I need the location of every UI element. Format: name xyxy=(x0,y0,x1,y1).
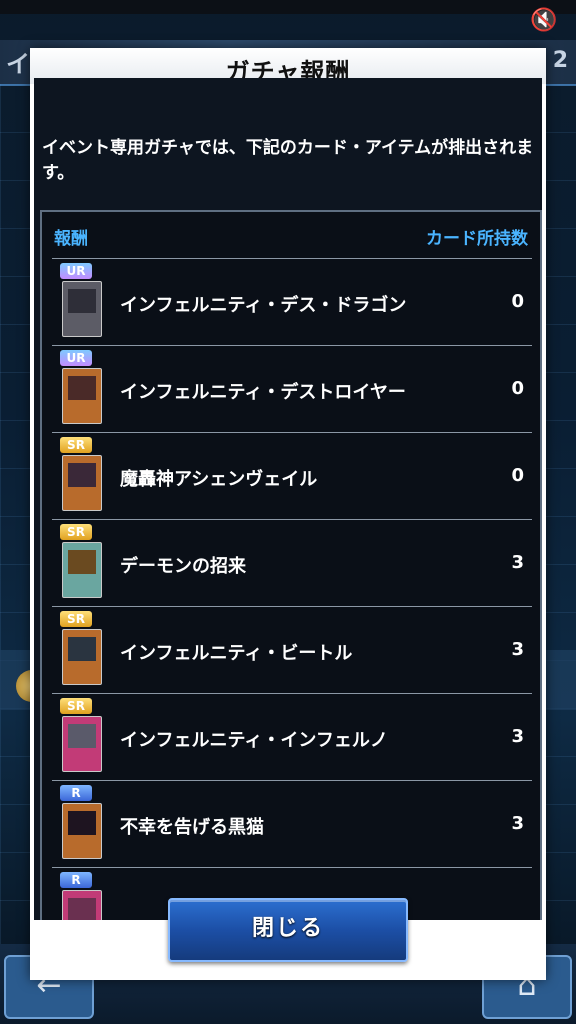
card-name: 不幸を告げる黒猫 xyxy=(120,817,264,838)
status-bar xyxy=(0,0,576,14)
reward-row[interactable]: UR インフェルニティ・デス・ドラゴン 0 xyxy=(52,258,532,345)
reward-row[interactable]: SR デーモンの招来 3 xyxy=(52,519,532,606)
rarity-badge: UR xyxy=(60,263,92,279)
rarity-badge: SR xyxy=(60,611,92,627)
card-name: 魔轟神アシェンヴェイル xyxy=(120,469,318,490)
card-count: 3 xyxy=(511,813,524,834)
mute-icon[interactable]: 🔇 xyxy=(522,8,566,38)
column-header-owned: カード所持数 xyxy=(426,229,528,249)
card-count: 0 xyxy=(511,291,524,312)
card-thumbnail xyxy=(62,629,102,685)
card-count: 0 xyxy=(511,465,524,486)
card-name: インフェルニティ・インフェルノ xyxy=(120,730,388,751)
card-thumbnail xyxy=(62,716,102,772)
card-count: 0 xyxy=(511,378,524,399)
card-count: 3 xyxy=(511,726,524,747)
rarity-badge: SR xyxy=(60,524,92,540)
reward-row[interactable]: R 不幸を告げる黒猫 3 xyxy=(52,780,532,867)
gacha-reward-modal: ガチャ報酬 イベント専用ガチャでは、下記のカード・アイテムが排出されます。 報酬… xyxy=(30,48,546,980)
reward-row[interactable]: SR インフェルニティ・ビートル 3 xyxy=(52,606,532,693)
card-name: インフェルニティ・ビートル xyxy=(120,643,353,664)
column-header-reward: 報酬 xyxy=(54,229,88,249)
card-thumbnail xyxy=(62,455,102,511)
modal-description: イベント専用ガチャでは、下記のカード・アイテムが排出されます。 xyxy=(42,138,534,183)
rarity-badge: R xyxy=(60,872,92,888)
card-thumbnail xyxy=(62,542,102,598)
close-button[interactable]: 閉じる xyxy=(168,898,408,962)
rarity-badge: SR xyxy=(60,437,92,453)
reward-row[interactable]: SR インフェルニティ・インフェルノ 3 xyxy=(52,693,532,780)
background-title-right: 2 xyxy=(552,48,568,73)
reward-list[interactable]: 報酬 カード所持数 UR インフェルニティ・デス・ドラゴン 0 UR インフェル… xyxy=(40,210,542,952)
card-thumbnail xyxy=(62,281,102,337)
rarity-badge: UR xyxy=(60,350,92,366)
modal-body: イベント専用ガチャでは、下記のカード・アイテムが排出されます。 報酬 カード所持… xyxy=(34,78,542,952)
card-name: インフェルニティ・デス・ドラゴン xyxy=(120,295,407,316)
card-count: 3 xyxy=(511,639,524,660)
card-thumbnail xyxy=(62,803,102,859)
card-name: デーモンの招来 xyxy=(120,556,246,577)
reward-row[interactable]: SR 魔轟神アシェンヴェイル 0 xyxy=(52,432,532,519)
rarity-badge: SR xyxy=(60,698,92,714)
card-count: 3 xyxy=(511,552,524,573)
card-name: インフェルニティ・デストロイヤー xyxy=(120,382,406,403)
rarity-badge: R xyxy=(60,785,92,801)
reward-row[interactable]: UR インフェルニティ・デストロイヤー 0 xyxy=(52,345,532,432)
card-thumbnail xyxy=(62,368,102,424)
